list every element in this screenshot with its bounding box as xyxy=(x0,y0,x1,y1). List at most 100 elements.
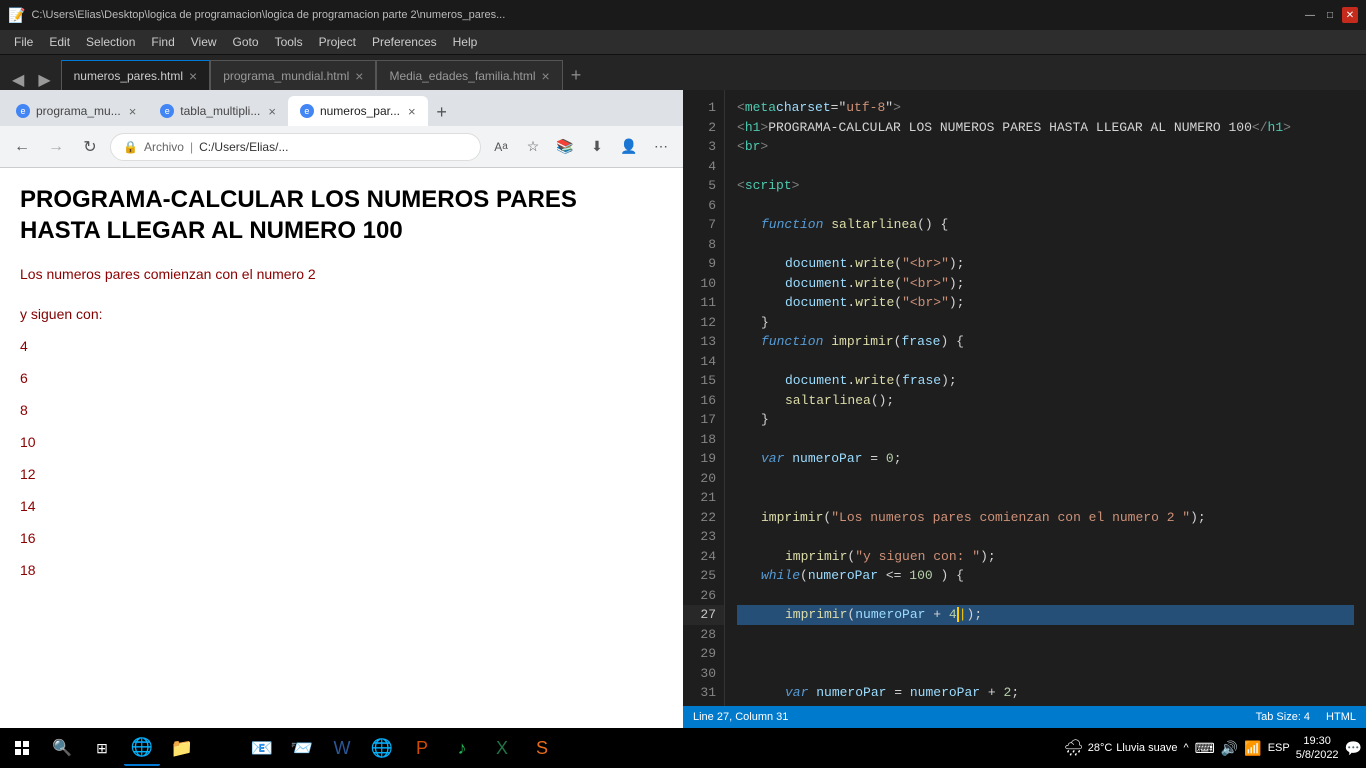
editor-tab-programa-mundial-label: programa_mundial.html xyxy=(223,69,349,83)
line-num-17: 17 xyxy=(683,410,724,430)
browser-tab-numeros-par-close[interactable]: × xyxy=(408,104,416,119)
mail-icon: 📧 xyxy=(251,738,273,759)
browser-tab-programa-mu[interactable]: e programa_mu... × xyxy=(4,96,148,126)
title-bar-title: C:\Users\Elias\Desktop\logica de program… xyxy=(31,9,505,21)
editor-tab-media-edades-close[interactable]: × xyxy=(542,69,550,83)
browser-tab-tabla-close[interactable]: × xyxy=(268,104,276,119)
menu-tools[interactable]: Tools xyxy=(267,30,311,54)
page-title: PROGRAMA-CALCULAR LOS NUMEROS PARES HAST… xyxy=(20,184,663,246)
browser-download-btn[interactable]: ⬇ xyxy=(583,133,611,161)
code-editor[interactable]: 1 2 3 4 5 6 7 8 9 10 11 12 13 14 15 16 1… xyxy=(683,90,1366,706)
browser-tab-tabla[interactable]: e tabla_multipli... × xyxy=(148,96,288,126)
number-8: 8 xyxy=(20,402,663,418)
maximize-button[interactable]: □ xyxy=(1322,7,1338,23)
number-6: 6 xyxy=(20,370,663,386)
browser-new-tab-button[interactable]: + xyxy=(428,98,456,126)
editor-tab-media-edades[interactable]: Media_edades_familia.html × xyxy=(376,60,562,90)
code-line-30 xyxy=(737,664,1354,684)
browser-star-btn[interactable]: ☆ xyxy=(519,133,547,161)
menu-project[interactable]: Project xyxy=(311,30,364,54)
browser-profile-btn[interactable]: 👤 xyxy=(615,133,643,161)
browser-tab-favicon-3: e xyxy=(300,104,314,118)
code-content[interactable]: <meta charset="utf-8"> <h1>PROGRAMA-CALC… xyxy=(725,90,1366,706)
editor-nav-forward[interactable]: ▶ xyxy=(32,70,56,90)
browser-tab-favicon-2: e xyxy=(160,104,174,118)
taskbar-store-button[interactable]: 🛍 xyxy=(204,730,240,766)
editor-tab-numeros-pares-label: numeros_pares.html xyxy=(74,69,183,83)
taskbar-clock[interactable]: 19:30 5/8/2022 xyxy=(1296,734,1339,763)
windows-start-button[interactable] xyxy=(4,730,40,766)
line-numbers: 1 2 3 4 5 6 7 8 9 10 11 12 13 14 15 16 1… xyxy=(683,90,725,706)
browser-more-btn[interactable]: ⋯ xyxy=(647,133,675,161)
minimize-button[interactable]: — xyxy=(1302,7,1318,23)
line-num-24: 24 xyxy=(683,547,724,567)
menu-selection[interactable]: Selection xyxy=(78,30,143,54)
taskbar-outlook-button[interactable]: 📨 xyxy=(284,730,320,766)
taskbar-search-button[interactable]: 🔍 xyxy=(44,730,80,766)
line-num-13: 13 xyxy=(683,332,724,352)
browser-font-btn[interactable]: Aa xyxy=(487,133,515,161)
number-12: 12 xyxy=(20,466,663,482)
status-tab-size: Tab Size: 4 xyxy=(1256,711,1310,723)
code-line-8 xyxy=(737,235,1354,255)
taskbar-sublime-button[interactable]: S xyxy=(524,730,560,766)
close-button[interactable]: ✕ xyxy=(1342,7,1358,23)
menu-help[interactable]: Help xyxy=(445,30,486,54)
code-line-29 xyxy=(737,644,1354,664)
editor-tab-programa-mundial[interactable]: programa_mundial.html × xyxy=(210,60,376,90)
taskbar-mail-button[interactable]: 📧 xyxy=(244,730,280,766)
browser-collections-btn[interactable]: 📚 xyxy=(551,133,579,161)
taskbar-files-button[interactable]: 📁 xyxy=(164,730,200,766)
taskbar-tray: 🌧 28°C Lluvia suave xyxy=(1063,738,1177,758)
editor-tab-programa-mundial-close[interactable]: × xyxy=(355,69,363,83)
back-button[interactable]: ← xyxy=(8,133,36,161)
code-line-20 xyxy=(737,469,1354,489)
line-num-26: 26 xyxy=(683,586,724,606)
menu-goto[interactable]: Goto xyxy=(225,30,267,54)
taskbar-taskview-button[interactable]: ⊞ xyxy=(84,730,120,766)
taskbar-chrome-button[interactable]: 🌐 xyxy=(364,730,400,766)
menu-find[interactable]: Find xyxy=(143,30,182,54)
browser-chrome-tabs: e programa_mu... × e tabla_multipli... ×… xyxy=(0,90,683,126)
line-num-16: 16 xyxy=(683,391,724,411)
tray-chevron[interactable]: ^ xyxy=(1183,742,1188,754)
editor-nav-back[interactable]: ◀ xyxy=(6,70,30,90)
taskbar-right: 🌧 28°C Lluvia suave ^ ⌨ 🔊 📶 ESP 19:30 5/… xyxy=(1063,734,1362,763)
taskbar: 🔍 ⊞ 🌐 📁 🛍 📧 📨 W 🌐 P ♪ xyxy=(0,728,1366,768)
address-scheme: Archivo xyxy=(144,140,184,154)
status-language: HTML xyxy=(1326,711,1356,723)
title-bar-controls[interactable]: — □ ✕ xyxy=(1302,7,1358,23)
sublime-icon: S xyxy=(536,738,548,759)
taskbar-ppt-button[interactable]: P xyxy=(404,730,440,766)
menu-preferences[interactable]: Preferences xyxy=(364,30,445,54)
weather-text: Lluvia suave xyxy=(1116,742,1177,754)
line-num-10: 10 xyxy=(683,274,724,294)
editor-tab-numeros-pares-close[interactable]: × xyxy=(189,69,197,83)
weather-icon: 🌧 xyxy=(1063,738,1083,758)
address-bar[interactable]: 🔒 Archivo | C:/Users/Elias/... xyxy=(110,133,481,161)
reload-button[interactable]: ↻ xyxy=(76,133,104,161)
browser-tab-numeros-par[interactable]: e numeros_par... × xyxy=(288,96,428,126)
code-line-1: <meta charset="utf-8"> xyxy=(737,98,1354,118)
taskbar-spotify-button[interactable]: ♪ xyxy=(444,730,480,766)
taskbar-excel-button[interactable]: X xyxy=(484,730,520,766)
editor-tab-add[interactable]: + xyxy=(563,60,590,90)
language-indicator: ESP xyxy=(1268,742,1290,754)
taskbar-word-button[interactable]: W xyxy=(324,730,360,766)
browser-tab-programa-mu-close[interactable]: × xyxy=(129,104,137,119)
line-num-5: 5 xyxy=(683,176,724,196)
forward-button[interactable]: → xyxy=(42,133,70,161)
line-num-29: 29 xyxy=(683,644,724,664)
line-num-19: 19 xyxy=(683,449,724,469)
menu-edit[interactable]: Edit xyxy=(41,30,78,54)
menu-file[interactable]: File xyxy=(6,30,41,54)
code-line-24: imprimir("y siguen con: "); xyxy=(737,547,1354,567)
editor-tab-numeros-pares[interactable]: numeros_pares.html × xyxy=(61,60,211,90)
outlook-icon: 📨 xyxy=(291,738,313,759)
editor-app-icon: 📝 xyxy=(8,7,25,24)
taskbar-edge-button[interactable]: 🌐 xyxy=(124,730,160,766)
menu-view[interactable]: View xyxy=(183,30,225,54)
notification-icon[interactable]: 💬 xyxy=(1345,740,1362,757)
code-line-26 xyxy=(737,586,1354,606)
number-14: 14 xyxy=(20,498,663,514)
